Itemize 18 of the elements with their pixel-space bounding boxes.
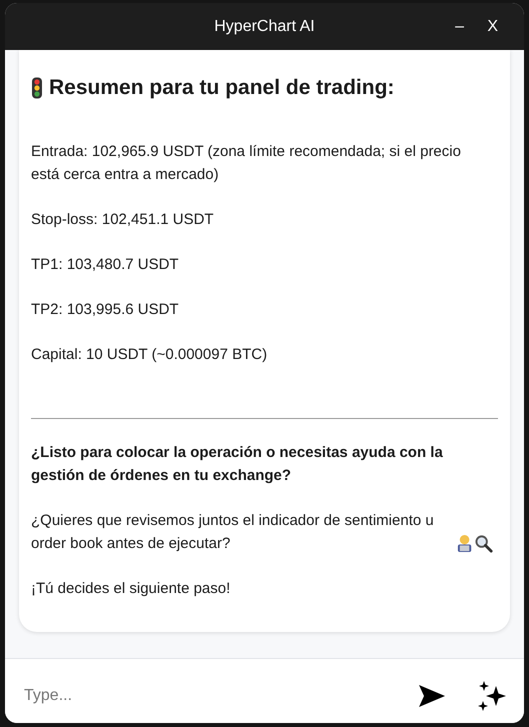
message-closing: ¡Tú decides el siguiente paso! xyxy=(31,579,232,599)
message-heading: Resumen para tu panel de trading: xyxy=(49,76,394,100)
message-input[interactable]: Type... xyxy=(24,681,390,711)
message-question: ¿Listo para colocar la operación o necesitas ayuda con la gestión de órdenes en tu exchange? xyxy=(31,443,444,486)
message-line: Entrada: 102,965.9 USDT (zona límite recomendada; si el precio está cerca entra a mercado) xyxy=(31,142,462,185)
message-line: TP2: 103,995.6 USDT xyxy=(31,300,180,320)
send-icon xyxy=(418,684,446,708)
message-follow-up: ¿Quieres que revisemos juntos el indicador de sentimiento u order book antes de ejecutar? xyxy=(31,511,435,554)
close-button[interactable]: X xyxy=(481,14,504,40)
traffic-light-icon xyxy=(31,77,43,99)
sparkles-icon xyxy=(476,680,508,712)
message-line: Stop-loss: 102,451.1 USDT xyxy=(31,210,215,230)
message-line: TP1: 103,480.7 USDT xyxy=(31,255,180,275)
message-composer[interactable]: Type... xyxy=(5,658,524,723)
window-title: HyperChart AI xyxy=(214,18,315,36)
minimize-button[interactable]: – xyxy=(449,14,470,40)
message-line: Capital: 10 USDT (~0.000097 BTC) xyxy=(31,345,268,365)
figure-with-laptop-magnifier-icon xyxy=(455,534,495,553)
